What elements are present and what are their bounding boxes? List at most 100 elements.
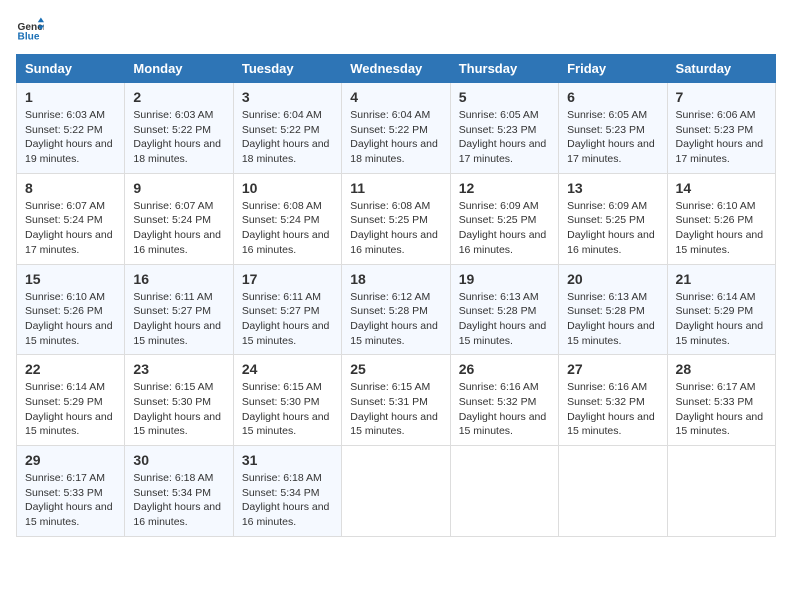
day-number: 9: [133, 180, 224, 196]
logo-icon: General Blue: [16, 16, 44, 44]
calendar-cell: 1 Sunrise: 6:03 AM Sunset: 5:22 PM Dayli…: [17, 83, 125, 174]
day-info: Sunrise: 6:17 AM Sunset: 5:33 PM Dayligh…: [676, 380, 767, 439]
day-number: 6: [567, 89, 658, 105]
day-info: Sunrise: 6:18 AM Sunset: 5:34 PM Dayligh…: [242, 471, 333, 530]
calendar-cell: 12 Sunrise: 6:09 AM Sunset: 5:25 PM Dayl…: [450, 173, 558, 264]
calendar-cell: 14 Sunrise: 6:10 AM Sunset: 5:26 PM Dayl…: [667, 173, 775, 264]
calendar-cell: 21 Sunrise: 6:14 AM Sunset: 5:29 PM Dayl…: [667, 264, 775, 355]
day-number: 10: [242, 180, 333, 196]
day-info: Sunrise: 6:11 AM Sunset: 5:27 PM Dayligh…: [133, 290, 224, 349]
day-number: 7: [676, 89, 767, 105]
calendar-cell: 10 Sunrise: 6:08 AM Sunset: 5:24 PM Dayl…: [233, 173, 341, 264]
calendar-cell: 7 Sunrise: 6:06 AM Sunset: 5:23 PM Dayli…: [667, 83, 775, 174]
day-info: Sunrise: 6:17 AM Sunset: 5:33 PM Dayligh…: [25, 471, 116, 530]
day-number: 22: [25, 361, 116, 377]
weekday-header-cell: Thursday: [450, 55, 558, 83]
weekday-header-cell: Sunday: [17, 55, 125, 83]
weekday-header-cell: Friday: [559, 55, 667, 83]
day-number: 12: [459, 180, 550, 196]
svg-text:Blue: Blue: [18, 31, 40, 42]
day-info: Sunrise: 6:11 AM Sunset: 5:27 PM Dayligh…: [242, 290, 333, 349]
calendar-cell: 5 Sunrise: 6:05 AM Sunset: 5:23 PM Dayli…: [450, 83, 558, 174]
day-info: Sunrise: 6:05 AM Sunset: 5:23 PM Dayligh…: [459, 108, 550, 167]
calendar-cell: 25 Sunrise: 6:15 AM Sunset: 5:31 PM Dayl…: [342, 355, 450, 446]
day-number: 23: [133, 361, 224, 377]
day-info: Sunrise: 6:08 AM Sunset: 5:24 PM Dayligh…: [242, 199, 333, 258]
calendar-cell: 17 Sunrise: 6:11 AM Sunset: 5:27 PM Dayl…: [233, 264, 341, 355]
weekday-header-row: SundayMondayTuesdayWednesdayThursdayFrid…: [17, 55, 776, 83]
day-info: Sunrise: 6:15 AM Sunset: 5:31 PM Dayligh…: [350, 380, 441, 439]
day-number: 4: [350, 89, 441, 105]
weekday-header-cell: Monday: [125, 55, 233, 83]
day-info: Sunrise: 6:07 AM Sunset: 5:24 PM Dayligh…: [133, 199, 224, 258]
calendar-cell: 16 Sunrise: 6:11 AM Sunset: 5:27 PM Dayl…: [125, 264, 233, 355]
day-number: 18: [350, 271, 441, 287]
calendar-cell: 23 Sunrise: 6:15 AM Sunset: 5:30 PM Dayl…: [125, 355, 233, 446]
calendar-cell: 29 Sunrise: 6:17 AM Sunset: 5:33 PM Dayl…: [17, 446, 125, 537]
calendar-cell: 27 Sunrise: 6:16 AM Sunset: 5:32 PM Dayl…: [559, 355, 667, 446]
calendar-cell: 9 Sunrise: 6:07 AM Sunset: 5:24 PM Dayli…: [125, 173, 233, 264]
header: General Blue: [16, 16, 776, 44]
day-number: 21: [676, 271, 767, 287]
day-number: 11: [350, 180, 441, 196]
day-number: 26: [459, 361, 550, 377]
day-info: Sunrise: 6:09 AM Sunset: 5:25 PM Dayligh…: [459, 199, 550, 258]
day-info: Sunrise: 6:18 AM Sunset: 5:34 PM Dayligh…: [133, 471, 224, 530]
weekday-header-cell: Saturday: [667, 55, 775, 83]
day-info: Sunrise: 6:13 AM Sunset: 5:28 PM Dayligh…: [567, 290, 658, 349]
day-info: Sunrise: 6:16 AM Sunset: 5:32 PM Dayligh…: [459, 380, 550, 439]
calendar-week-row: 22 Sunrise: 6:14 AM Sunset: 5:29 PM Dayl…: [17, 355, 776, 446]
calendar-cell: 2 Sunrise: 6:03 AM Sunset: 5:22 PM Dayli…: [125, 83, 233, 174]
calendar-cell: 28 Sunrise: 6:17 AM Sunset: 5:33 PM Dayl…: [667, 355, 775, 446]
calendar-week-row: 1 Sunrise: 6:03 AM Sunset: 5:22 PM Dayli…: [17, 83, 776, 174]
day-number: 29: [25, 452, 116, 468]
day-info: Sunrise: 6:10 AM Sunset: 5:26 PM Dayligh…: [676, 199, 767, 258]
day-number: 17: [242, 271, 333, 287]
day-number: 31: [242, 452, 333, 468]
calendar-cell: [559, 446, 667, 537]
calendar-week-row: 29 Sunrise: 6:17 AM Sunset: 5:33 PM Dayl…: [17, 446, 776, 537]
calendar-body: 1 Sunrise: 6:03 AM Sunset: 5:22 PM Dayli…: [17, 83, 776, 537]
day-number: 25: [350, 361, 441, 377]
calendar-cell: 11 Sunrise: 6:08 AM Sunset: 5:25 PM Dayl…: [342, 173, 450, 264]
weekday-header-cell: Wednesday: [342, 55, 450, 83]
day-info: Sunrise: 6:05 AM Sunset: 5:23 PM Dayligh…: [567, 108, 658, 167]
day-info: Sunrise: 6:14 AM Sunset: 5:29 PM Dayligh…: [676, 290, 767, 349]
day-info: Sunrise: 6:16 AM Sunset: 5:32 PM Dayligh…: [567, 380, 658, 439]
calendar-cell: 24 Sunrise: 6:15 AM Sunset: 5:30 PM Dayl…: [233, 355, 341, 446]
day-info: Sunrise: 6:14 AM Sunset: 5:29 PM Dayligh…: [25, 380, 116, 439]
day-info: Sunrise: 6:13 AM Sunset: 5:28 PM Dayligh…: [459, 290, 550, 349]
calendar-cell: 15 Sunrise: 6:10 AM Sunset: 5:26 PM Dayl…: [17, 264, 125, 355]
day-info: Sunrise: 6:12 AM Sunset: 5:28 PM Dayligh…: [350, 290, 441, 349]
day-info: Sunrise: 6:07 AM Sunset: 5:24 PM Dayligh…: [25, 199, 116, 258]
calendar-cell: 19 Sunrise: 6:13 AM Sunset: 5:28 PM Dayl…: [450, 264, 558, 355]
day-info: Sunrise: 6:03 AM Sunset: 5:22 PM Dayligh…: [133, 108, 224, 167]
day-number: 20: [567, 271, 658, 287]
weekday-header-cell: Tuesday: [233, 55, 341, 83]
day-info: Sunrise: 6:09 AM Sunset: 5:25 PM Dayligh…: [567, 199, 658, 258]
day-number: 27: [567, 361, 658, 377]
day-number: 1: [25, 89, 116, 105]
calendar-cell: 18 Sunrise: 6:12 AM Sunset: 5:28 PM Dayl…: [342, 264, 450, 355]
logo: General Blue: [16, 16, 48, 44]
day-number: 3: [242, 89, 333, 105]
calendar-cell: [342, 446, 450, 537]
calendar-cell: 13 Sunrise: 6:09 AM Sunset: 5:25 PM Dayl…: [559, 173, 667, 264]
day-number: 8: [25, 180, 116, 196]
calendar-week-row: 15 Sunrise: 6:10 AM Sunset: 5:26 PM Dayl…: [17, 264, 776, 355]
day-number: 16: [133, 271, 224, 287]
day-number: 14: [676, 180, 767, 196]
calendar-cell: 20 Sunrise: 6:13 AM Sunset: 5:28 PM Dayl…: [559, 264, 667, 355]
calendar-table: SundayMondayTuesdayWednesdayThursdayFrid…: [16, 54, 776, 537]
calendar-cell: 31 Sunrise: 6:18 AM Sunset: 5:34 PM Dayl…: [233, 446, 341, 537]
day-number: 15: [25, 271, 116, 287]
day-info: Sunrise: 6:08 AM Sunset: 5:25 PM Dayligh…: [350, 199, 441, 258]
day-info: Sunrise: 6:06 AM Sunset: 5:23 PM Dayligh…: [676, 108, 767, 167]
day-info: Sunrise: 6:04 AM Sunset: 5:22 PM Dayligh…: [350, 108, 441, 167]
day-number: 19: [459, 271, 550, 287]
day-info: Sunrise: 6:15 AM Sunset: 5:30 PM Dayligh…: [133, 380, 224, 439]
day-info: Sunrise: 6:03 AM Sunset: 5:22 PM Dayligh…: [25, 108, 116, 167]
calendar-cell: 3 Sunrise: 6:04 AM Sunset: 5:22 PM Dayli…: [233, 83, 341, 174]
day-number: 30: [133, 452, 224, 468]
day-info: Sunrise: 6:04 AM Sunset: 5:22 PM Dayligh…: [242, 108, 333, 167]
